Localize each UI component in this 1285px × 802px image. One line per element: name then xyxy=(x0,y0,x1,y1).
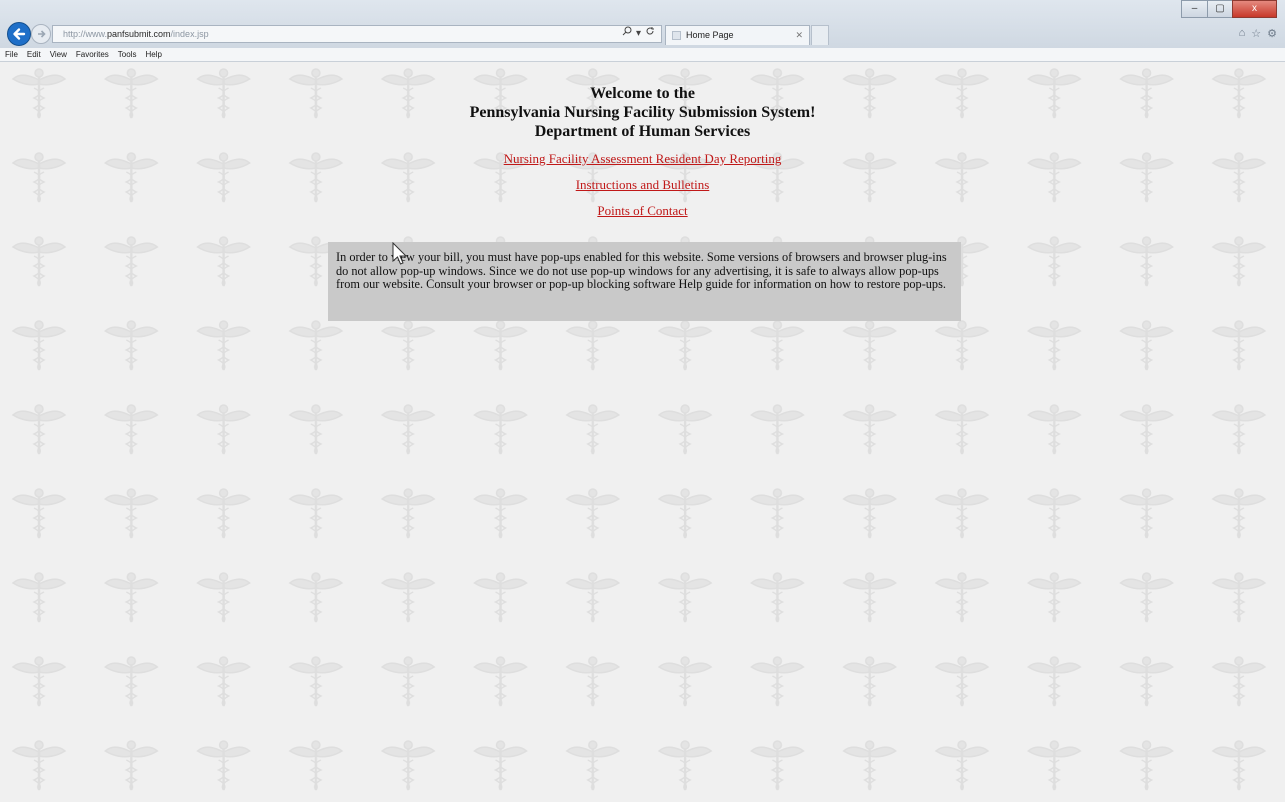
maximize-button[interactable]: ▢ xyxy=(1207,0,1232,18)
link-instructions-bulletins[interactable]: Instructions and Bulletins xyxy=(0,177,1285,192)
url-domain: panfsubmit.com xyxy=(107,29,171,39)
page-title-line-3: Department of Human Services xyxy=(534,123,751,140)
tab-title: Home Page xyxy=(686,30,734,40)
page-title-line-1: Welcome to the xyxy=(590,85,695,102)
tab-home-page[interactable]: Home Page ✕ xyxy=(665,25,810,45)
menu-help[interactable]: Help xyxy=(145,48,161,61)
menu-view[interactable]: View xyxy=(50,48,67,61)
nav-links: Nursing Facility Assessment Resident Day… xyxy=(0,151,1285,218)
link-points-of-contact[interactable]: Points of Contact xyxy=(0,203,1285,218)
menu-edit[interactable]: Edit xyxy=(27,48,41,61)
refresh-icon[interactable] xyxy=(645,26,655,42)
tab-close-icon[interactable]: ✕ xyxy=(795,26,803,45)
search-icon[interactable] xyxy=(622,26,632,42)
close-window-button[interactable]: x xyxy=(1232,0,1277,18)
new-tab-button[interactable] xyxy=(811,25,829,45)
browser-toolbar-icons: ⌂ ☆ ⚙ xyxy=(1239,27,1277,40)
page-title-line-2: Pennsylvania Nursing Facility Submission… xyxy=(469,104,816,121)
menu-tools[interactable]: Tools xyxy=(118,48,137,61)
window-controls: – ▢ x xyxy=(1181,0,1277,18)
address-bar[interactable]: http://www.panfsubmit.com/index.jsp ▾ xyxy=(52,25,662,43)
minimize-button[interactable]: – xyxy=(1181,0,1207,18)
page-favicon xyxy=(672,31,681,40)
mouse-cursor-icon xyxy=(392,242,408,265)
menu-file[interactable]: File xyxy=(5,48,18,61)
settings-gear-icon[interactable]: ⚙ xyxy=(1267,27,1277,40)
popup-notice-box: In order to view your bill, you must hav… xyxy=(328,242,961,321)
page-viewport: Welcome to the Pennsylvania Nursing Faci… xyxy=(0,62,1285,802)
forward-arrow-icon[interactable] xyxy=(31,24,51,44)
menu-favorites[interactable]: Favorites xyxy=(76,48,109,61)
favorites-star-icon[interactable]: ☆ xyxy=(1251,27,1261,40)
main-content: Welcome to the Pennsylvania Nursing Faci… xyxy=(0,84,1285,229)
url-path: /index.jsp xyxy=(170,29,209,39)
back-arrow-icon[interactable] xyxy=(7,22,31,46)
home-icon[interactable]: ⌂ xyxy=(1239,27,1246,40)
menu-bar: File Edit View Favorites Tools Help xyxy=(0,48,1285,62)
link-resident-day-reporting[interactable]: Nursing Facility Assessment Resident Day… xyxy=(0,151,1285,166)
url-prefix: http://www. xyxy=(63,29,108,39)
dropdown-icon[interactable]: ▾ xyxy=(636,26,641,42)
browser-chrome: http://www.panfsubmit.com/index.jsp ▾ Ho… xyxy=(0,0,1285,48)
